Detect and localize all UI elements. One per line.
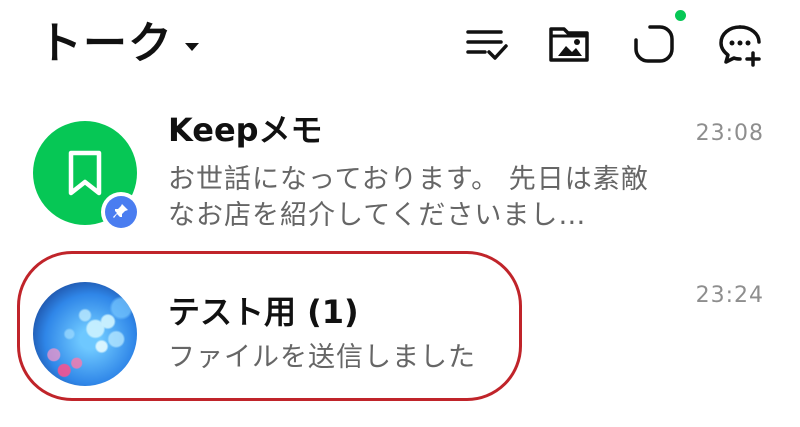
header: トーク [0,0,800,92]
pin-icon [113,204,128,218]
title-dropdown[interactable]: トーク [38,14,199,74]
new-chat-icon[interactable] [716,20,764,68]
bookmark-icon [68,150,102,196]
chat-row-keep-memo[interactable]: Keepメモ 23:08 お世話になっております。 先日は素敵なお店を紹介してく… [0,92,800,242]
chat-time: 23:08 [695,121,764,146]
album-icon[interactable] [546,20,594,68]
chat-time: 23:24 [695,283,764,308]
highlight-annotation [17,251,522,401]
notification-dot [675,10,686,21]
chat-name: Keepメモ [168,111,323,149]
pin-badge [101,192,141,232]
sort-list-icon[interactable] [463,20,511,68]
chat-preview: お世話になっております。 先日は素敵なお店を紹介してくださいまし… [168,164,649,231]
caret-down-icon [185,43,199,51]
page-title: トーク [38,18,173,69]
open-chat-icon[interactable] [630,20,678,68]
